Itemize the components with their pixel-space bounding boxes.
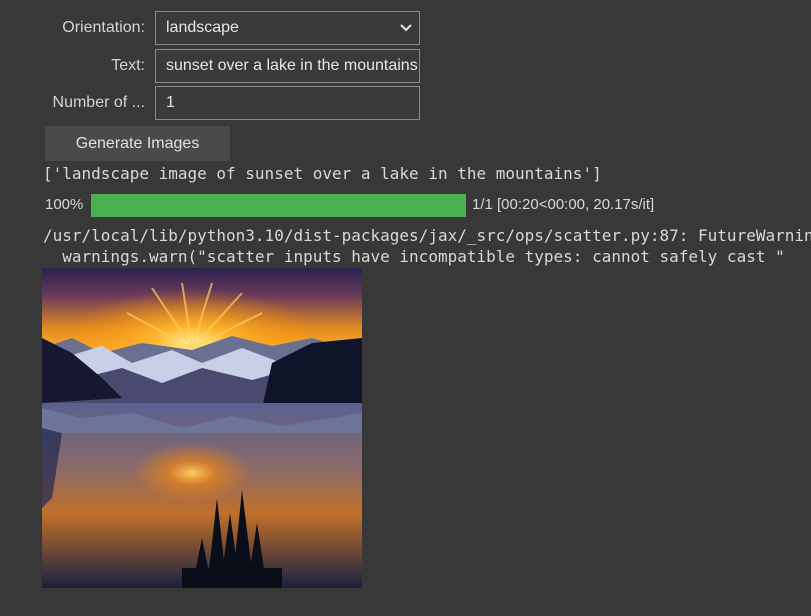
text-label: Text: [111, 57, 145, 74]
generate-images-button[interactable]: Generate Images [45, 126, 230, 161]
number-row: Number of ... 1 [0, 86, 811, 120]
number-input[interactable]: 1 [155, 86, 420, 120]
text-input-value: sunset over a lake in the mountains [166, 57, 418, 74]
text-row: Text: sunset over a lake in the mountain… [0, 49, 811, 83]
orientation-select-value: landscape [166, 19, 239, 36]
progress-stats: 1/1 [00:20<00:00, 20.17s/it] [472, 196, 655, 213]
sunset-lake-illustration [42, 268, 362, 588]
warning-line-1: /usr/local/lib/python3.10/dist-packages/… [43, 226, 811, 245]
progress-bar-fill [91, 194, 466, 217]
progress-bar [91, 194, 466, 217]
orientation-label: Orientation: [62, 19, 145, 36]
text-input[interactable]: sunset over a lake in the mountains [155, 49, 420, 83]
orientation-select[interactable]: landscape [155, 11, 420, 45]
orientation-row: Orientation: landscape [0, 11, 811, 45]
prompt-echo-text: ['landscape image of sunset over a lake … [43, 164, 602, 183]
warning-line-2: warnings.warn("scatter inputs have incom… [43, 247, 785, 266]
progress-percent: 100% [45, 196, 84, 213]
number-label: Number of ... [52, 94, 145, 111]
chevron-down-icon [400, 24, 412, 32]
generated-image [42, 268, 362, 588]
number-input-value: 1 [166, 94, 175, 111]
